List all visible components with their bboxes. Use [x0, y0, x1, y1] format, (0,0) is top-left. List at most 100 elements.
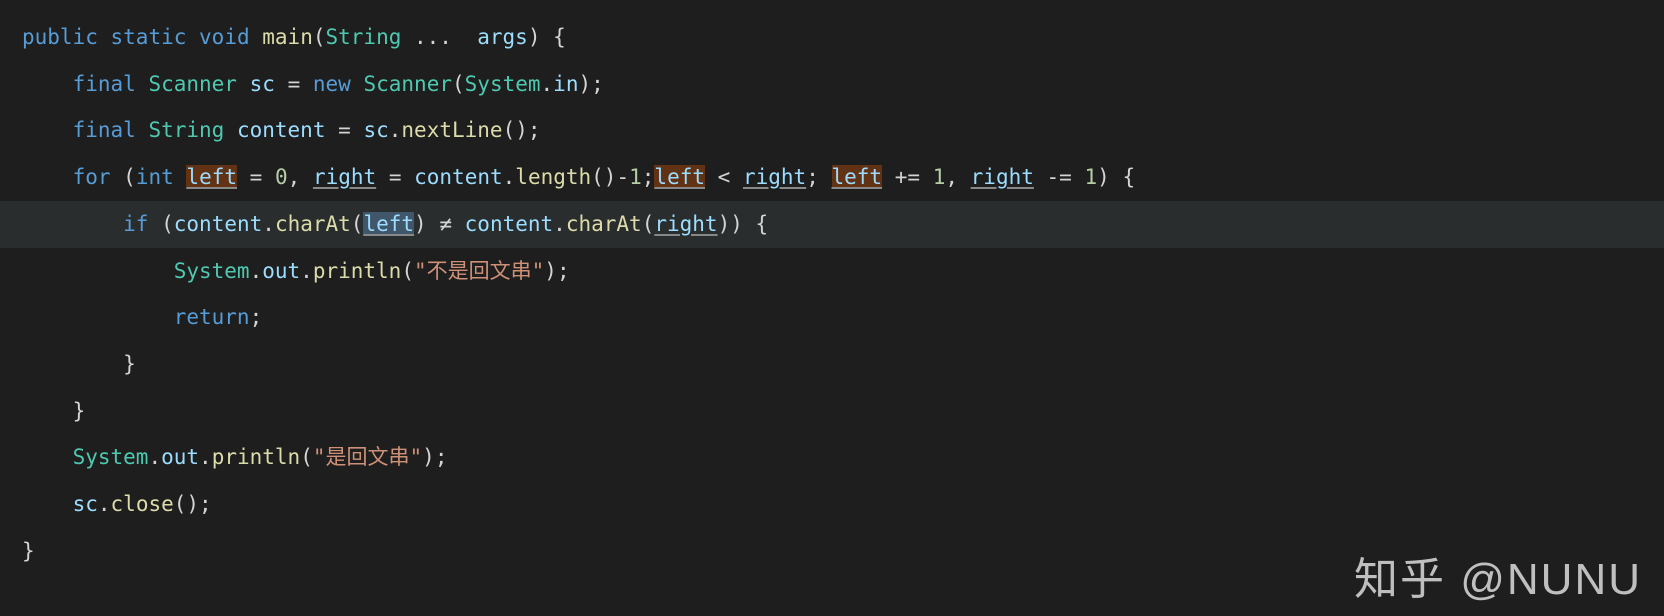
- dot: .: [148, 445, 161, 469]
- code-editor[interactable]: public static void main(String ... args)…: [0, 0, 1664, 616]
- paren: (: [300, 445, 313, 469]
- code-line[interactable]: sc.close();: [0, 481, 1664, 528]
- code-line-active[interactable]: if (content.charAt(left) ≠ content.charA…: [0, 201, 1664, 248]
- brace: }: [73, 399, 86, 423]
- keyword-int: int: [136, 165, 174, 189]
- paren: (): [503, 118, 528, 142]
- code-line[interactable]: System.out.println("不是回文串");: [0, 248, 1664, 295]
- dot: .: [541, 72, 554, 96]
- paren: (: [123, 165, 136, 189]
- number-one: 1: [1084, 165, 1097, 189]
- type-scanner: Scanner: [148, 72, 237, 96]
- var-left: left: [186, 165, 237, 189]
- semicolon: ;: [199, 492, 212, 516]
- method-charat: charAt: [566, 212, 642, 236]
- type-scanner: Scanner: [363, 72, 452, 96]
- dot: .: [262, 212, 275, 236]
- paren: ): [578, 72, 591, 96]
- code-line[interactable]: for (int left = 0, right = content.lengt…: [0, 154, 1664, 201]
- code-line[interactable]: }: [0, 528, 1664, 575]
- code-line[interactable]: final Scanner sc = new Scanner(System.in…: [0, 61, 1664, 108]
- type-string: String: [326, 25, 402, 49]
- var-left: left: [654, 165, 705, 189]
- var-right: right: [654, 212, 717, 236]
- paren: ): [528, 25, 541, 49]
- keyword-final: final: [73, 118, 136, 142]
- paren: (: [642, 212, 655, 236]
- semicolon: ;: [591, 72, 604, 96]
- var-left: left: [363, 212, 414, 236]
- dot: .: [199, 445, 212, 469]
- keyword-new: new: [313, 72, 351, 96]
- method-length: length: [515, 165, 591, 189]
- paren: (: [351, 212, 364, 236]
- type-system: System: [174, 259, 250, 283]
- comma: ,: [945, 165, 958, 189]
- keyword-return: return: [174, 305, 250, 329]
- field-in: in: [553, 72, 578, 96]
- paren: (: [452, 72, 465, 96]
- dot: .: [300, 259, 313, 283]
- code-line[interactable]: public static void main(String ... args)…: [0, 14, 1664, 61]
- var-content: content: [237, 118, 326, 142]
- paren: ): [422, 445, 435, 469]
- code-line[interactable]: }: [0, 341, 1664, 388]
- paren: ): [1097, 165, 1110, 189]
- paren: ): [730, 212, 743, 236]
- string-is-palindrome: "是回文串": [313, 445, 422, 469]
- operator-minus: -: [616, 165, 629, 189]
- semicolon: ;: [528, 118, 541, 142]
- dot: .: [503, 165, 516, 189]
- operator-assign: =: [338, 118, 351, 142]
- type-system: System: [73, 445, 149, 469]
- number-one: 1: [629, 165, 642, 189]
- operator-not-equal: ≠: [439, 212, 452, 236]
- field-out: out: [262, 259, 300, 283]
- operator-assign: =: [389, 165, 402, 189]
- var-right: right: [313, 165, 376, 189]
- code-line[interactable]: System.out.println("是回文串");: [0, 434, 1664, 481]
- field-out: out: [161, 445, 199, 469]
- var-left: left: [832, 165, 883, 189]
- var-sc: sc: [363, 118, 388, 142]
- code-line[interactable]: return;: [0, 294, 1664, 341]
- dot: .: [389, 118, 402, 142]
- number-one: 1: [933, 165, 946, 189]
- code-line[interactable]: }: [0, 388, 1664, 435]
- paren: (): [174, 492, 199, 516]
- paren: (: [313, 25, 326, 49]
- brace: {: [756, 212, 769, 236]
- paren: ): [414, 212, 427, 236]
- keyword-if: if: [123, 212, 148, 236]
- brace: {: [1122, 165, 1135, 189]
- varargs-icon: ...: [414, 25, 452, 49]
- paren: ): [544, 259, 557, 283]
- type-system: System: [465, 72, 541, 96]
- dot: .: [250, 259, 263, 283]
- semicolon: ;: [435, 445, 448, 469]
- var-sc: sc: [250, 72, 275, 96]
- operator-lt: <: [718, 165, 731, 189]
- operator-minus-assign: -=: [1047, 165, 1072, 189]
- dot: .: [553, 212, 566, 236]
- var-right: right: [743, 165, 806, 189]
- dot: .: [98, 492, 111, 516]
- var-content: content: [414, 165, 503, 189]
- method-println: println: [313, 259, 402, 283]
- string-not-palindrome: "不是回文串": [414, 259, 544, 283]
- paren: ): [718, 212, 731, 236]
- keyword-for: for: [73, 165, 111, 189]
- method-close: close: [111, 492, 174, 516]
- var-sc: sc: [73, 492, 98, 516]
- keyword-final: final: [73, 72, 136, 96]
- semicolon: ;: [806, 165, 819, 189]
- type-string: String: [148, 118, 224, 142]
- operator-assign: =: [250, 165, 263, 189]
- comma: ,: [288, 165, 301, 189]
- paren: (): [591, 165, 616, 189]
- var-content: content: [465, 212, 554, 236]
- method-println: println: [212, 445, 301, 469]
- semicolon: ;: [642, 165, 655, 189]
- param-args: args: [477, 25, 528, 49]
- code-line[interactable]: final String content = sc.nextLine();: [0, 107, 1664, 154]
